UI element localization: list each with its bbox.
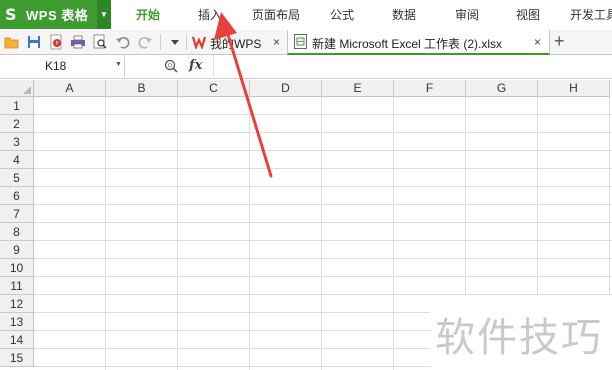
spreadsheet-file-icon bbox=[294, 34, 307, 49]
more-dropdown-icon[interactable] bbox=[167, 34, 183, 50]
column-header[interactable]: A bbox=[34, 80, 106, 97]
row-header[interactable]: 12 bbox=[0, 295, 34, 313]
row-header[interactable]: 2 bbox=[0, 115, 34, 133]
save-icon[interactable] bbox=[26, 34, 42, 50]
tab-workbook[interactable]: 新建 Microsoft Excel 工作表 (2).xlsx × bbox=[287, 30, 550, 55]
close-icon[interactable]: × bbox=[534, 35, 541, 49]
new-tab-button[interactable]: + bbox=[554, 31, 565, 52]
magnifier-icon[interactable]: Q bbox=[164, 59, 178, 73]
menu-view[interactable]: 视图 bbox=[516, 0, 540, 29]
menu-developer[interactable]: 开发工具 bbox=[570, 0, 612, 29]
row-header[interactable]: 8 bbox=[0, 223, 34, 241]
tab-label: 我的WPS bbox=[210, 37, 262, 51]
row-header[interactable]: 9 bbox=[0, 241, 34, 259]
app-menu-dropdown-icon[interactable]: ▼ bbox=[97, 0, 111, 29]
print-preview-icon[interactable] bbox=[92, 34, 108, 50]
menu-bar: S WPS 表格 ▼ 开始 插入 页面布局 公式 数据 审阅 视图 开发工具 bbox=[0, 0, 612, 31]
row-header[interactable]: 14 bbox=[0, 331, 34, 349]
column-header[interactable]: B bbox=[106, 80, 178, 97]
row-header[interactable]: 13 bbox=[0, 313, 34, 331]
menu-insert[interactable]: 插入 bbox=[198, 0, 222, 29]
chevron-down-icon[interactable]: ▼ bbox=[115, 61, 122, 68]
menu-review[interactable]: 审阅 bbox=[455, 0, 479, 29]
app-menu-button[interactable]: S WPS 表格 bbox=[0, 0, 111, 29]
formula-bar: K18 ▼ Q fx bbox=[0, 55, 612, 79]
watermark-text: 软件技巧 bbox=[435, 315, 603, 361]
quick-toolbar: P 我的WPS × 新建 Microsoft Excel 工作表 (2).xls… bbox=[0, 30, 612, 55]
redo-icon[interactable] bbox=[137, 34, 153, 50]
row-header[interactable]: 6 bbox=[0, 187, 34, 205]
column-header[interactable]: F bbox=[394, 80, 466, 97]
wps-tab-icon bbox=[192, 36, 206, 49]
row-header[interactable]: 7 bbox=[0, 205, 34, 223]
menu-formulas[interactable]: 公式 bbox=[330, 0, 354, 29]
wps-logo-icon: S bbox=[5, 4, 17, 24]
menu-data[interactable]: 数据 bbox=[392, 0, 416, 29]
cell-reference: K18 bbox=[45, 59, 67, 73]
column-header[interactable]: D bbox=[250, 80, 322, 97]
menu-page-layout[interactable]: 页面布局 bbox=[252, 0, 300, 29]
pdf-export-icon[interactable]: P bbox=[48, 34, 64, 50]
menu-home[interactable]: 开始 bbox=[136, 0, 160, 29]
undo-icon[interactable] bbox=[115, 34, 131, 50]
select-all-corner[interactable] bbox=[0, 80, 34, 97]
tab-label: 新建 Microsoft Excel 工作表 (2).xlsx bbox=[312, 37, 503, 51]
row-header[interactable]: 1 bbox=[0, 97, 34, 115]
toolbar-separator bbox=[186, 34, 187, 50]
column-header[interactable]: E bbox=[322, 80, 394, 97]
print-icon[interactable] bbox=[70, 34, 86, 50]
row-header[interactable]: 15 bbox=[0, 349, 34, 367]
svg-text:Q: Q bbox=[168, 63, 173, 69]
insert-function-button[interactable]: fx bbox=[189, 58, 202, 73]
tab-my-wps[interactable]: 我的WPS × bbox=[188, 30, 286, 54]
watermark: 软件技巧 bbox=[430, 295, 612, 370]
column-header[interactable]: H bbox=[538, 80, 610, 97]
row-header[interactable]: 4 bbox=[0, 151, 34, 169]
app-title: WPS 表格 bbox=[26, 8, 89, 23]
toolbar-separator bbox=[160, 34, 161, 50]
row-header[interactable]: 10 bbox=[0, 259, 34, 277]
column-header[interactable]: G bbox=[466, 80, 538, 97]
formula-input[interactable] bbox=[213, 55, 612, 77]
name-box[interactable]: K18 ▼ bbox=[0, 55, 125, 77]
row-header[interactable]: 11 bbox=[0, 277, 34, 295]
row-header[interactable]: 3 bbox=[0, 133, 34, 151]
open-icon[interactable] bbox=[4, 34, 20, 50]
svg-text:P: P bbox=[55, 41, 58, 47]
row-header[interactable]: 5 bbox=[0, 169, 34, 187]
close-icon[interactable]: × bbox=[273, 35, 280, 49]
column-header[interactable]: C bbox=[178, 80, 250, 97]
